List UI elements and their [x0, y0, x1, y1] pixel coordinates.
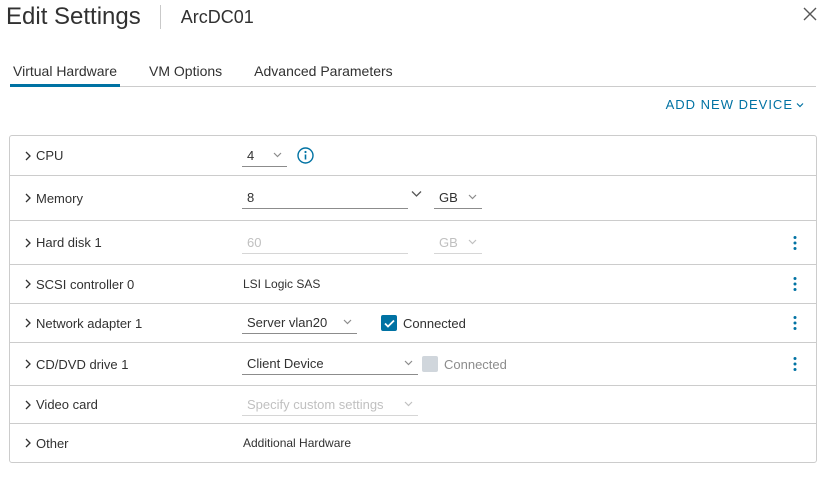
tab-virtual-hardware[interactable]: Virtual Hardware: [10, 60, 121, 87]
scsi-controller-label: SCSI controller 0: [36, 276, 135, 292]
cpu-expander[interactable]: CPU: [24, 148, 63, 163]
chevron-right-icon: [24, 238, 32, 248]
cpu-label: CPU: [36, 148, 64, 163]
chevron-down-icon: [404, 401, 413, 407]
scsi-controller-expander[interactable]: SCSI controller 0: [24, 277, 134, 292]
network-value: Server vlan20: [247, 315, 328, 330]
video-card-settings-value: Specify custom settings: [247, 396, 384, 412]
row-cd-dvd-drive: CD/DVD drive 1 Client Device Connected: [10, 343, 816, 386]
network-connected-checkbox[interactable]: Connected: [381, 315, 466, 331]
chevron-down-icon[interactable]: [411, 190, 422, 198]
info-icon[interactable]: [297, 147, 314, 164]
chevron-right-icon: [24, 279, 32, 289]
row-cpu: CPU 4: [10, 136, 816, 176]
vertical-ellipsis-icon[interactable]: [788, 276, 802, 292]
memory-expander[interactable]: Memory: [24, 191, 83, 206]
memory-size-value: 8: [247, 190, 255, 205]
chevron-down-icon: [796, 102, 804, 107]
checkbox-box: [422, 356, 438, 372]
title-divider: [159, 5, 161, 29]
scsi-controller-type: LSI Logic SAS: [243, 277, 321, 291]
cd-dvd-drive-label: CD/DVD drive 1: [36, 356, 129, 372]
row-scsi-controller: SCSI controller 0 LSI Logic SAS: [10, 265, 816, 304]
chevron-right-icon: [24, 193, 32, 203]
checkmark-icon: [381, 315, 397, 331]
vertical-ellipsis-icon[interactable]: [788, 315, 802, 331]
other-value: Additional Hardware: [243, 436, 352, 450]
chevron-right-icon: [24, 438, 32, 448]
cd-dvd-connected-checkbox[interactable]: Connected: [422, 356, 507, 372]
chevron-down-icon: [468, 239, 477, 245]
chevron-right-icon: [24, 151, 32, 161]
hard-disk-unit-value: GB: [439, 234, 458, 250]
hard-disk-unit-select[interactable]: GB: [434, 232, 482, 254]
vertical-ellipsis-icon[interactable]: [788, 235, 802, 251]
network-adapter-label: Network adapter 1: [36, 315, 143, 331]
chevron-down-icon: [404, 360, 413, 366]
tab-advanced-parameters[interactable]: Advanced Parameters: [251, 60, 396, 87]
hard-disk-label: Hard disk 1: [36, 235, 102, 250]
chevron-right-icon: [24, 318, 32, 328]
vertical-ellipsis-icon[interactable]: [788, 356, 802, 372]
dialog-title: Edit Settings: [6, 3, 141, 30]
cd-dvd-media-select[interactable]: Client Device: [242, 353, 418, 375]
chevron-right-icon: [24, 400, 32, 410]
cpu-count-value: 4: [247, 147, 255, 163]
video-card-label: Video card: [36, 397, 98, 412]
network-select[interactable]: Server vlan20: [242, 312, 357, 334]
cd-dvd-drive-expander[interactable]: CD/DVD drive 1: [24, 357, 128, 372]
cpu-count-select[interactable]: 4: [242, 145, 287, 167]
add-new-device-label: ADD NEW DEVICE: [665, 97, 793, 112]
row-other: Other Additional Hardware: [10, 424, 816, 462]
hard-disk-expander[interactable]: Hard disk 1: [24, 235, 102, 250]
chevron-down-icon: [343, 319, 352, 325]
network-connected-label: Connected: [403, 315, 466, 331]
virtual-hardware-grid: CPU 4 Memory 8 GB Hard disk 1 60 GB SCSI…: [9, 135, 817, 463]
vm-name: ArcDC01: [180, 6, 254, 27]
hard-disk-size-input[interactable]: 60: [242, 232, 408, 254]
row-hard-disk: Hard disk 1 60 GB: [10, 221, 816, 265]
network-adapter-expander[interactable]: Network adapter 1: [24, 316, 142, 331]
memory-label: Memory: [36, 190, 83, 206]
close-icon[interactable]: [802, 6, 818, 22]
chevron-right-icon: [24, 359, 32, 369]
memory-unit-select[interactable]: GB: [434, 187, 482, 209]
dialog-header: Edit Settings ArcDC01: [6, 2, 254, 32]
hard-disk-size-value: 60: [247, 234, 262, 250]
row-memory: Memory 8 GB: [10, 176, 816, 221]
tab-bar: Virtual Hardware VM Options Advanced Par…: [10, 60, 816, 87]
cd-dvd-connected-label: Connected: [444, 356, 507, 372]
memory-size-input[interactable]: 8: [242, 187, 422, 209]
video-card-settings-select[interactable]: Specify custom settings: [242, 394, 418, 416]
other-label: Other: [36, 435, 69, 451]
video-card-expander[interactable]: Video card: [24, 397, 98, 412]
other-expander[interactable]: Other: [24, 436, 69, 451]
row-video-card: Video card Specify custom settings: [10, 386, 816, 424]
chevron-down-icon: [273, 152, 282, 158]
tab-vm-options[interactable]: VM Options: [146, 60, 225, 87]
add-new-device-button[interactable]: ADD NEW DEVICE: [666, 97, 804, 112]
chevron-down-icon: [468, 194, 477, 200]
memory-unit-value: GB: [439, 190, 458, 205]
row-network-adapter: Network adapter 1 Server vlan20 Connecte…: [10, 304, 816, 343]
cd-dvd-media-value: Client Device: [247, 356, 324, 371]
